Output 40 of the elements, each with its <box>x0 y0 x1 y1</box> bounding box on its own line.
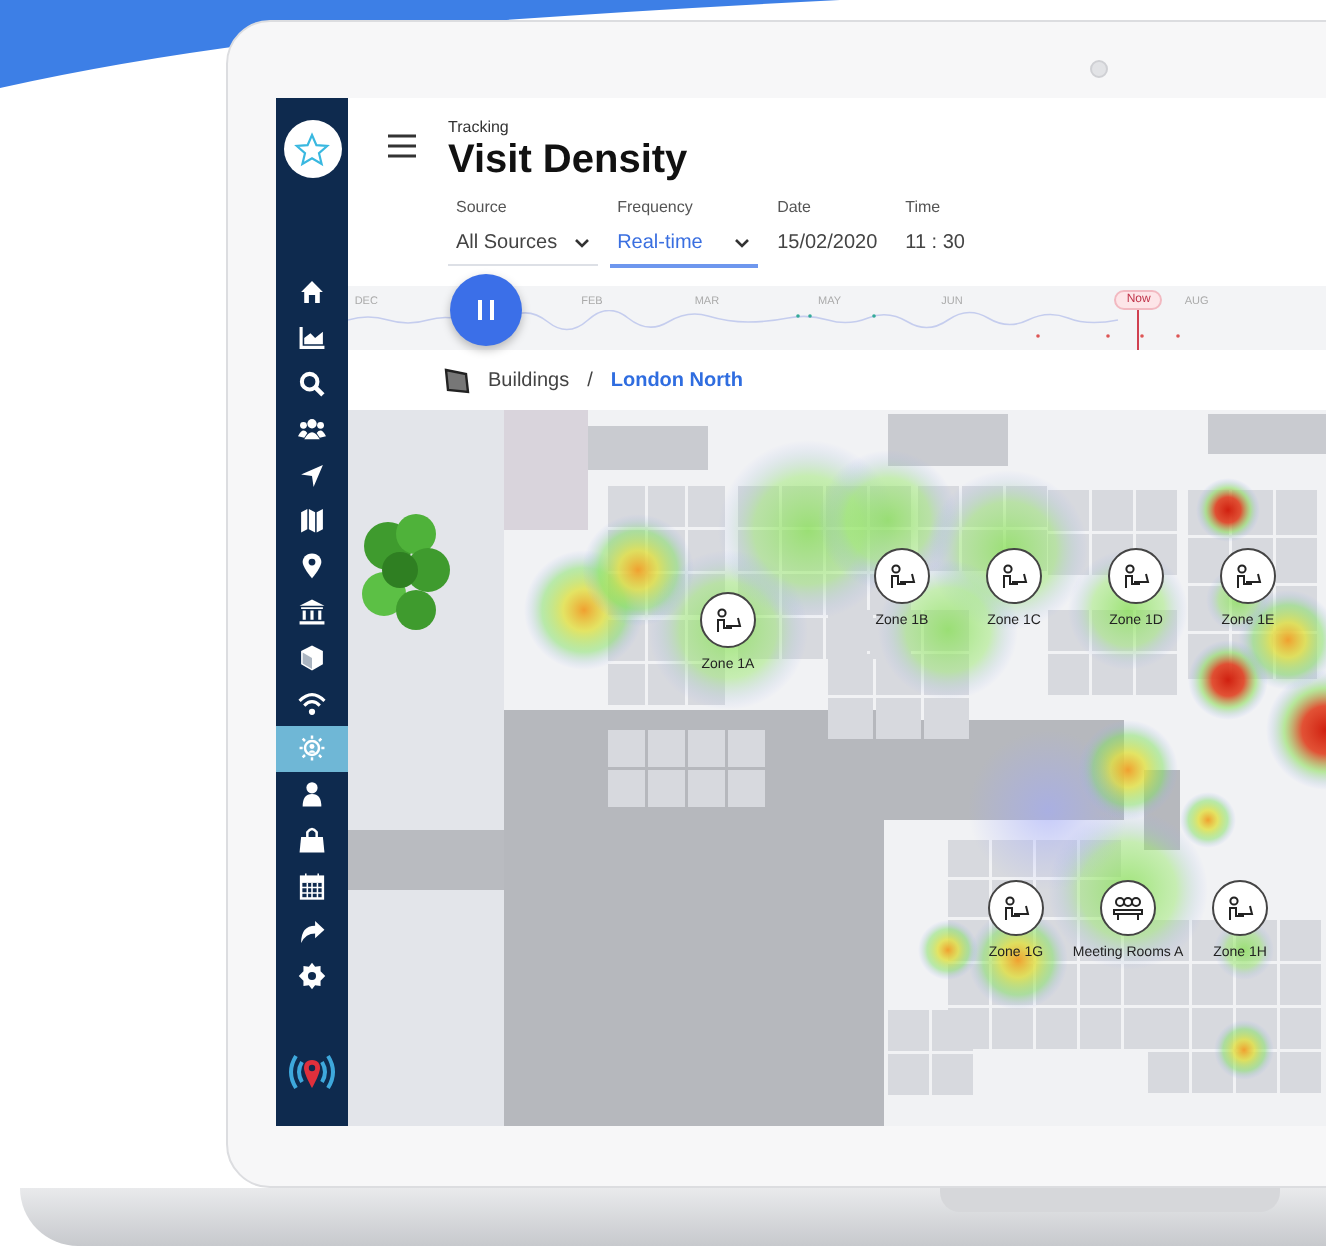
filter-value[interactable]: 15/02/2020 <box>769 232 886 264</box>
tree-drawing <box>362 514 450 630</box>
person-sun-icon <box>298 734 326 763</box>
cube-icon <box>298 643 326 672</box>
signal-pin-logo-icon <box>286 1049 338 1094</box>
filter-label: Time <box>903 198 943 216</box>
breadcrumb-link[interactable]: London North <box>610 369 743 391</box>
arrow-icon <box>298 461 326 490</box>
star-logo-icon <box>283 120 341 178</box>
filter-label: Frequency <box>615 198 695 216</box>
breadcrumb-link[interactable]: Buildings <box>488 369 570 391</box>
filter-dropdown[interactable]: Real-time <box>609 232 758 268</box>
search-icon <box>298 369 326 398</box>
chevron-icon <box>573 238 590 248</box>
pause-icon <box>474 298 498 322</box>
user-icon <box>298 780 326 809</box>
filter-value[interactable]: 11 : 30 <box>897 232 973 264</box>
menu-icon[interactable] <box>388 134 416 158</box>
sidebar-item[interactable] <box>276 725 348 772</box>
bag-icon <box>298 825 326 854</box>
share-icon <box>298 917 326 946</box>
floor-shape-icon <box>442 367 470 393</box>
filter-label: Date <box>775 198 813 216</box>
page-title: Visit Density <box>448 138 690 184</box>
filter-label: Source <box>454 198 509 216</box>
breadcrumb-separator: / <box>587 369 593 391</box>
people-icon <box>298 415 326 444</box>
calendar-icon <box>298 871 326 900</box>
chevron-icon <box>733 238 750 248</box>
bank-icon <box>298 597 326 626</box>
settings-icon <box>298 962 326 991</box>
camera-icon <box>1090 60 1108 78</box>
wifi-icon <box>298 689 326 718</box>
home-icon <box>298 278 326 307</box>
map-icon <box>298 506 326 535</box>
area-chart-icon <box>298 324 326 353</box>
desk-worker-icon[interactable] <box>1212 880 1268 936</box>
filter-dropdown[interactable]: All Sources <box>448 232 598 266</box>
location-pin-icon <box>298 552 326 581</box>
section-label: Tracking <box>448 118 511 136</box>
